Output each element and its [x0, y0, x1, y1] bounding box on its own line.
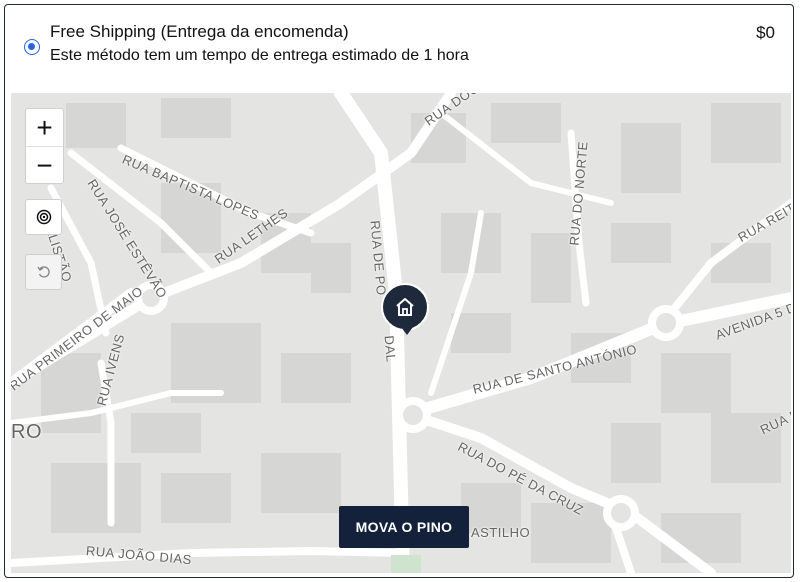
- zoom-in-button[interactable]: +: [26, 109, 63, 147]
- shipping-price: $0: [756, 23, 775, 42]
- shipping-method-radio[interactable]: [24, 39, 40, 55]
- shipping-method-description: Este método tem um tempo de entrega esti…: [50, 47, 469, 64]
- move-pin-button[interactable]: MOVA O PINO: [339, 506, 469, 548]
- target-icon: [36, 209, 51, 225]
- reset-button[interactable]: [25, 254, 62, 290]
- shipping-method-row[interactable]: Free Shipping (Entrega da encomenda) Est…: [5, 5, 793, 93]
- delivery-map[interactable]: RUA DOU RUA BAPTISTA LOPES RUA JOSÉ ESTÊ…: [11, 93, 791, 573]
- street-label: ASTILHO: [471, 525, 531, 540]
- street-label: RO: [11, 421, 42, 443]
- undo-icon: [36, 266, 50, 278]
- street-label: DAL: [381, 334, 399, 363]
- shipping-method-name: Free Shipping (Entrega da encomenda): [50, 22, 349, 41]
- zoom-out-button[interactable]: −: [26, 147, 63, 184]
- shipping-card: Free Shipping (Entrega da encomenda) Est…: [4, 4, 794, 578]
- location-pin[interactable]: [381, 283, 429, 335]
- zoom-controls: + −: [25, 108, 64, 184]
- locate-button[interactable]: [25, 199, 62, 235]
- home-icon: [396, 298, 414, 316]
